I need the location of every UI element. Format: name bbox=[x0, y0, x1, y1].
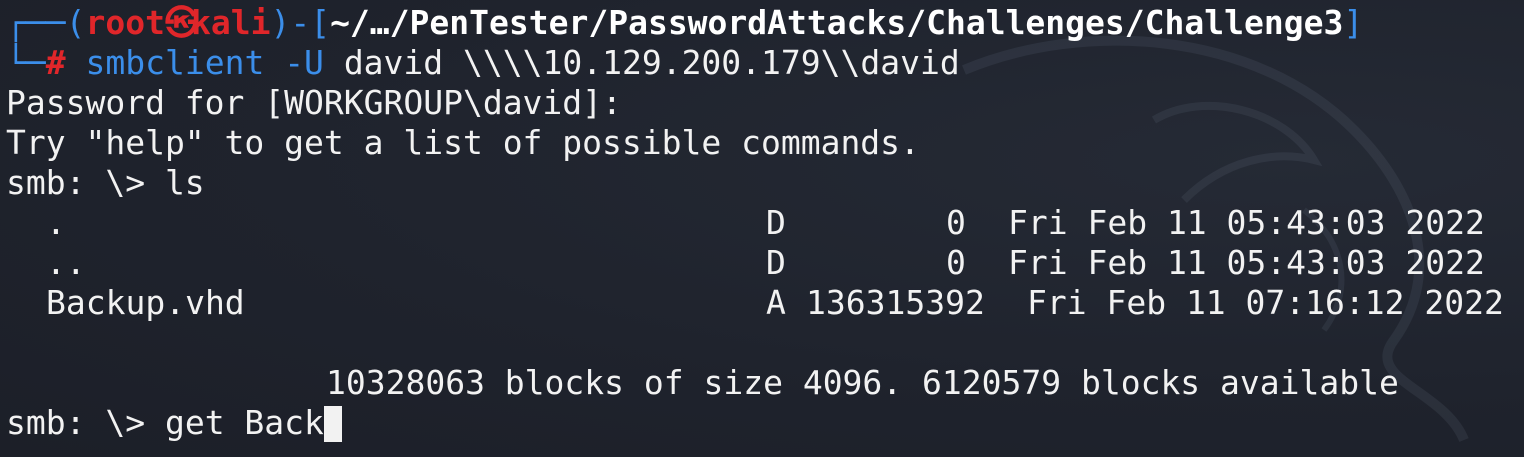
file-attr: D bbox=[766, 203, 786, 242]
prompt-mid: )-[ bbox=[270, 3, 331, 42]
blocks-summary-line: 10328063 blocks of size 4096. 6120579 bl… bbox=[6, 363, 1524, 403]
prompt-box-top: ┌──( bbox=[6, 3, 86, 42]
typed-command[interactable]: get Back bbox=[165, 403, 324, 442]
skull-icon: ㉿ bbox=[164, 3, 198, 42]
list-item: . D 0 Fri Feb 11 05:43:03 2022 bbox=[6, 203, 1524, 243]
file-date: Fri Feb 11 05:43:03 2022 bbox=[1008, 203, 1485, 242]
file-name: . bbox=[46, 203, 66, 242]
prompt-header-line: ┌──(root㉿kali)-[~/…/PenTester/PasswordAt… bbox=[6, 3, 1524, 43]
command-name: smbclient bbox=[85, 43, 265, 82]
file-attr: A bbox=[766, 283, 786, 322]
list-item: Backup.vhd A 136315392 Fri Feb 11 07:16:… bbox=[6, 283, 1524, 323]
password-line: Password for [WORKGROUP\david]: bbox=[6, 83, 622, 122]
command-flag: -U bbox=[284, 43, 324, 82]
prompt-host: kali bbox=[190, 3, 271, 42]
file-size: 136315392 bbox=[806, 283, 985, 322]
prompt-close: ] bbox=[1343, 3, 1364, 42]
file-date: Fri Feb 11 05:43:03 2022 bbox=[1008, 243, 1485, 282]
command-line: └─# smbclient -U david \\\\10.129.200.17… bbox=[6, 43, 1524, 83]
list-item: .. D 0 Fri Feb 11 05:43:03 2022 bbox=[6, 243, 1524, 283]
command-args: david \\\\10.129.200.179\\david bbox=[343, 43, 960, 82]
prompt-path: ~/…/PenTester/PasswordAttacks/Challenges… bbox=[330, 3, 1344, 42]
prompt-user: root bbox=[85, 3, 165, 42]
file-attr: D bbox=[766, 243, 786, 282]
file-size: 0 bbox=[946, 203, 966, 242]
file-name: Backup.vhd bbox=[46, 283, 245, 322]
ls-command-line: smb: \> ls bbox=[6, 163, 205, 202]
prompt-hash: # bbox=[45, 43, 66, 82]
prompt-box-bottom: └─ bbox=[6, 43, 46, 82]
terminal-window[interactable]: ┌──(root㉿kali)-[~/…/PenTester/PasswordAt… bbox=[0, 0, 1524, 457]
file-name: .. bbox=[46, 243, 86, 282]
help-line: Try "help" to get a list of possible com… bbox=[6, 123, 920, 162]
file-date: Fri Feb 11 07:16:12 2022 bbox=[1027, 283, 1504, 322]
blocks-summary: 10328063 blocks of size 4096. 6120579 bl… bbox=[326, 363, 1399, 402]
input-line[interactable]: smb: \> get Back bbox=[6, 403, 1524, 443]
smb-prompt: smb: \> bbox=[6, 403, 165, 442]
file-size: 0 bbox=[946, 243, 966, 282]
text-cursor bbox=[323, 406, 342, 442]
